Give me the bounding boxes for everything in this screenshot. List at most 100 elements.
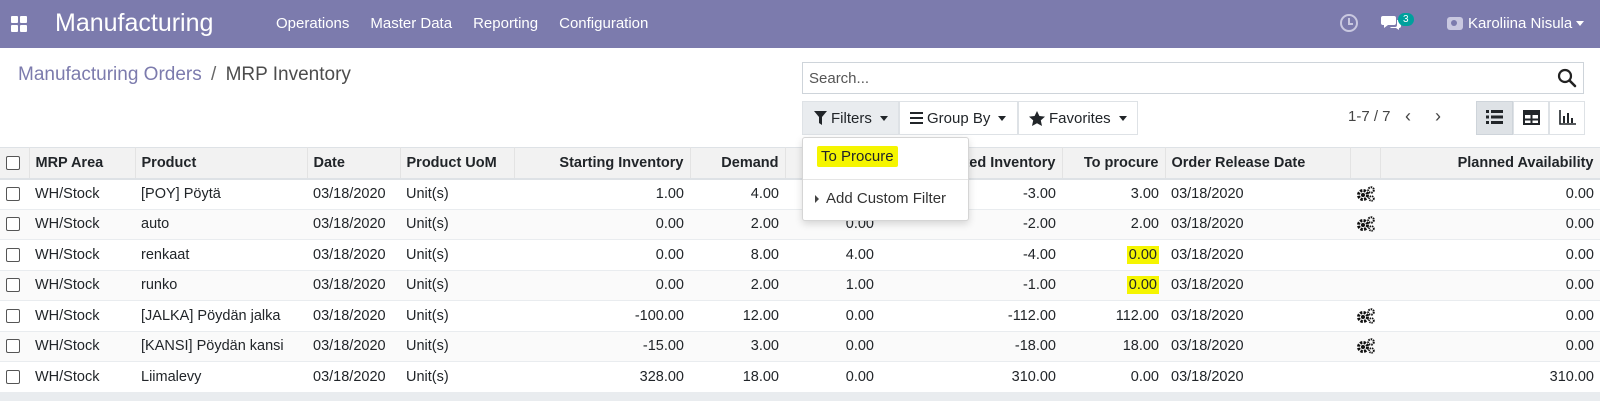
table-row[interactable]: WH/Stock renkaat 03/18/2020 Unit(s) 0.00 8.00… — [0, 239, 1600, 271]
table-row[interactable]: WH/Stock [POY] Pöytä 03/18/2020 Unit(s) 1.00… — [0, 178, 1600, 210]
user-avatar-icon[interactable] — [1447, 17, 1463, 30]
col-mrp-area[interactable]: MRP Area — [29, 147, 136, 180]
col-demand[interactable]: Demand — [690, 147, 786, 180]
horizontal-scrollbar[interactable] — [0, 393, 1600, 401]
select-all-header[interactable] — [0, 147, 30, 180]
row-checkbox[interactable] — [6, 247, 20, 262]
cell-date: 03/18/2020 — [307, 361, 400, 393]
cell-to-procure: 3.00 — [1062, 178, 1165, 210]
group-by-caret-icon — [998, 115, 1007, 121]
cell-projected-inventory: 310.00 — [880, 361, 1062, 393]
row-checkbox[interactable] — [6, 308, 20, 323]
row-select-cell[interactable] — [0, 331, 29, 362]
cell-to-procure: 0.00 — [1062, 270, 1165, 301]
cell-product-uom: Unit(s) — [400, 209, 514, 240]
cell-product: runko — [135, 270, 307, 301]
row-select-cell[interactable] — [0, 361, 29, 393]
add-custom-filter[interactable]: Add Custom Filter — [815, 190, 946, 207]
menu-operations[interactable]: Operations — [276, 15, 349, 32]
cell-product-uom: Unit(s) — [400, 300, 514, 332]
graph-view-button[interactable] — [1549, 101, 1585, 135]
gears-icon[interactable] — [1356, 338, 1376, 355]
messages-count-badge: 3 — [1398, 13, 1414, 26]
pager-prev-icon[interactable]: ‹ — [1405, 106, 1411, 127]
cell-product: renkaat — [135, 239, 307, 271]
cell-order-release-date: 03/18/2020 — [1165, 270, 1350, 301]
app-title[interactable]: Manufacturing — [55, 9, 213, 38]
col-to-procure[interactable]: To procure — [1062, 147, 1166, 180]
cell-planned-availability: 0.00 — [1380, 178, 1600, 210]
search-input[interactable] — [803, 63, 1533, 93]
pager-range[interactable]: 1-7 / 7 — [1348, 108, 1391, 125]
cell-starting-inventory: 0.00 — [514, 239, 690, 271]
row-select-cell[interactable] — [0, 270, 29, 301]
col-planned-availability[interactable]: Planned Availability — [1380, 147, 1600, 180]
cell-order-release-date: 03/18/2020 — [1165, 209, 1350, 240]
table-row[interactable]: WH/Stock Liimalevy 03/18/2020 Unit(s) 328.00… — [0, 361, 1600, 393]
row-checkbox[interactable] — [6, 187, 20, 202]
gears-icon[interactable] — [1356, 186, 1376, 202]
cell-product-uom: Unit(s) — [400, 331, 514, 362]
col-product-uom[interactable]: Product UoM — [400, 147, 515, 180]
gears-icon[interactable] — [1356, 308, 1376, 324]
cell-action — [1350, 239, 1380, 271]
row-checkbox[interactable] — [6, 369, 20, 384]
menu-reporting[interactable]: Reporting — [473, 15, 538, 32]
search-icon[interactable] — [1557, 68, 1577, 88]
col-starting-inventory[interactable]: Starting Inventory — [514, 147, 691, 180]
apps-menu-icon[interactable] — [11, 16, 27, 32]
col-date[interactable]: Date — [307, 147, 401, 180]
cell-action[interactable] — [1350, 331, 1380, 362]
col-product[interactable]: Product — [135, 147, 308, 180]
top-menu: Operations Master Data Reporting Configu… — [276, 15, 669, 32]
favorites-button[interactable]: Favorites — [1018, 101, 1138, 135]
cell-supply: 0.00 — [785, 361, 880, 393]
row-checkbox[interactable] — [6, 339, 20, 354]
search-bar — [802, 62, 1584, 94]
pivot-view-button[interactable] — [1513, 101, 1549, 135]
cell-planned-availability: 0.00 — [1380, 270, 1600, 301]
row-select-cell[interactable] — [0, 178, 29, 210]
table-row[interactable]: WH/Stock [KANSI] Pöydän kansi 03/18/2020 Un… — [0, 331, 1600, 362]
pager-next-icon[interactable]: › — [1435, 106, 1441, 127]
cell-mrp-area: WH/Stock — [29, 331, 135, 362]
row-checkbox[interactable] — [6, 217, 20, 232]
cell-projected-inventory: -4.00 — [880, 239, 1062, 271]
row-select-cell[interactable] — [0, 300, 29, 332]
user-name[interactable]: Karoliina Nisula — [1468, 15, 1572, 32]
top-navbar: Manufacturing Operations Master Data Rep… — [0, 0, 1600, 48]
group-by-bars-icon — [910, 112, 923, 124]
filter-to-procure-label: To Procure — [817, 146, 898, 167]
select-all-checkbox[interactable] — [6, 155, 20, 170]
col-order-release-date[interactable]: Order Release Date — [1165, 147, 1351, 180]
table-row[interactable]: WH/Stock runko 03/18/2020 Unit(s) 0.00 2.00 1.… — [0, 270, 1600, 301]
row-select-cell[interactable] — [0, 239, 29, 271]
gears-icon[interactable] — [1356, 216, 1376, 233]
cell-action[interactable] — [1350, 178, 1380, 210]
filter-to-procure[interactable]: To Procure — [817, 146, 898, 167]
breadcrumb: Manufacturing Orders / MRP Inventory — [18, 64, 351, 86]
cell-order-release-date: 03/18/2020 — [1165, 178, 1350, 210]
group-by-button[interactable]: Group By — [899, 101, 1018, 135]
cell-projected-inventory: -1.00 — [880, 270, 1062, 301]
table-row[interactable]: WH/Stock [JALKA] Pöydän jalka 03/18/2020 Un… — [0, 300, 1600, 332]
cell-mrp-area: WH/Stock — [29, 300, 135, 332]
filters-button[interactable]: Filters — [802, 101, 899, 135]
activities-clock-icon[interactable] — [1340, 14, 1358, 32]
table-row[interactable]: WH/Stock auto 03/18/2020 Unit(s) 0.00 2.00 0.0… — [0, 209, 1600, 240]
menu-master-data[interactable]: Master Data — [370, 15, 452, 32]
row-select-cell[interactable] — [0, 209, 29, 240]
menu-configuration[interactable]: Configuration — [559, 15, 648, 32]
cell-order-release-date: 03/18/2020 — [1165, 361, 1350, 393]
cell-mrp-area: WH/Stock — [29, 209, 135, 240]
cell-action[interactable] — [1350, 209, 1380, 240]
row-checkbox[interactable] — [6, 278, 20, 293]
breadcrumb-parent[interactable]: Manufacturing Orders — [18, 64, 202, 85]
cell-to-procure: 112.00 — [1062, 300, 1165, 332]
user-caret-down-icon[interactable] — [1576, 21, 1584, 26]
caret-right-icon — [815, 195, 819, 204]
cell-planned-availability: 0.00 — [1380, 331, 1600, 362]
list-view-button[interactable] — [1476, 101, 1513, 135]
dropdown-divider — [803, 179, 968, 180]
cell-action[interactable] — [1350, 300, 1380, 332]
